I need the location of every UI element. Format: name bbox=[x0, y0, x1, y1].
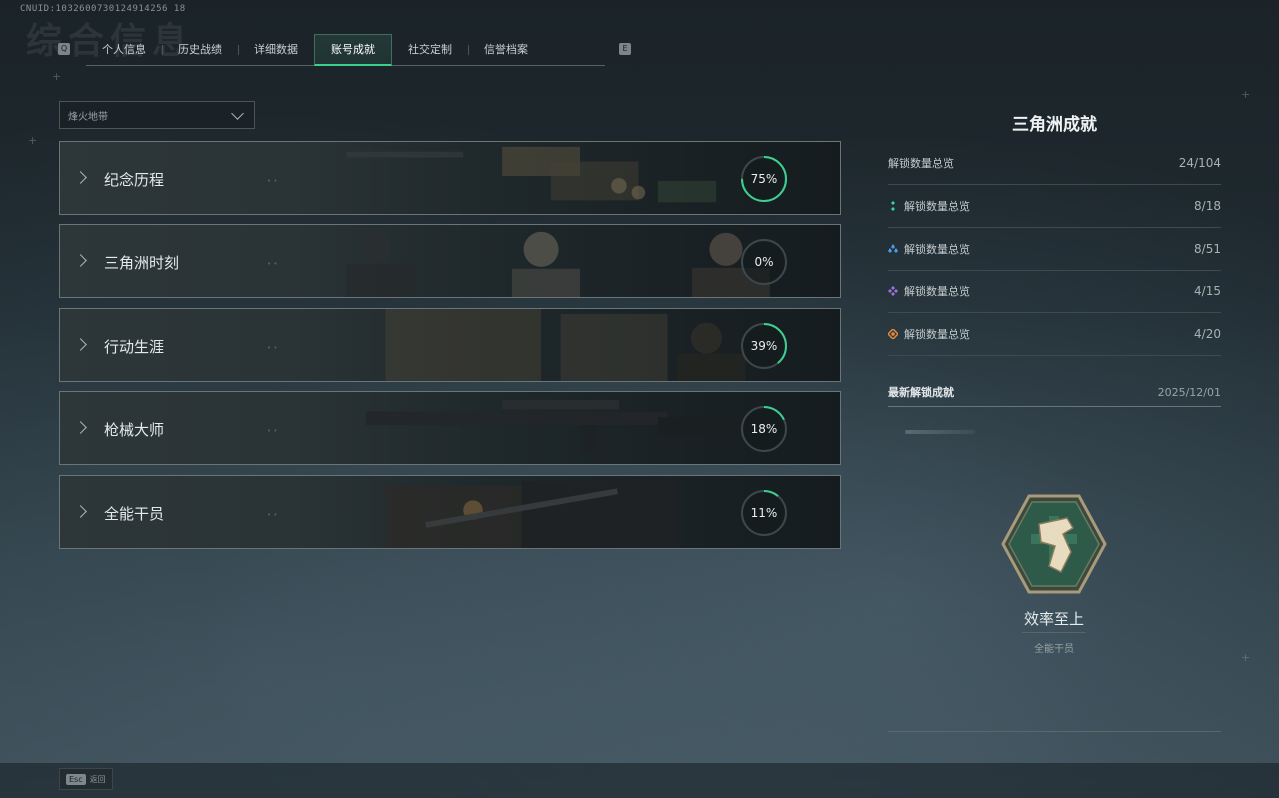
achievement-category: 全能干员 bbox=[1034, 644, 1074, 655]
category-label: 枪械大师 bbox=[104, 421, 165, 439]
chevron-right-icon bbox=[74, 338, 87, 351]
summary-row-total: 解锁数量总览 24/104 bbox=[888, 142, 1221, 185]
chevron-right-icon bbox=[74, 421, 87, 434]
chevron-down-icon bbox=[231, 106, 244, 120]
achievement-badge-icon[interactable] bbox=[1001, 494, 1107, 594]
chevron-right-icon bbox=[74, 254, 87, 267]
summary-row-value: 4/15 bbox=[1194, 284, 1221, 298]
progress-percent: 11% bbox=[750, 506, 778, 520]
decor-dots: • • bbox=[267, 344, 278, 352]
achievement-name: 效率至上 bbox=[1023, 610, 1084, 628]
orange-gem-icon bbox=[888, 329, 898, 339]
progress-percent: 75% bbox=[750, 172, 778, 186]
category-label: 全能干员 bbox=[104, 505, 165, 523]
chevron-right-icon bbox=[74, 171, 87, 184]
summary-row-value: 8/18 bbox=[1194, 199, 1221, 213]
category-card[interactable]: 枪械大师 • • 18% bbox=[59, 391, 841, 465]
category-label: 行动生涯 bbox=[104, 338, 165, 356]
decor-plus: + bbox=[1241, 651, 1251, 664]
divider bbox=[1022, 632, 1086, 633]
tab-social[interactable]: 社交定制 bbox=[392, 34, 468, 65]
decor-plus: + bbox=[1241, 88, 1251, 101]
category-card[interactable]: 全能干员 • • 11% bbox=[59, 475, 841, 549]
latest-date: 2025/12/01 bbox=[1157, 385, 1221, 399]
purple-gem-icon bbox=[888, 286, 898, 296]
category-label: 纪念历程 bbox=[104, 171, 165, 189]
summary-row-green: 解锁数量总览 8/18 bbox=[888, 185, 1221, 228]
category-card[interactable]: 行动生涯 • • 39% bbox=[59, 308, 841, 382]
decor-plus: + bbox=[28, 134, 38, 147]
summary-row-label: 解锁数量总览 bbox=[904, 200, 970, 213]
decor-dots: • • bbox=[267, 427, 278, 435]
tab-reputation[interactable]: 信誉档案 bbox=[468, 34, 544, 65]
category-card[interactable]: 三角洲时刻 • • 0% bbox=[59, 224, 841, 298]
back-button[interactable]: Esc 返回 bbox=[59, 768, 113, 790]
summary-row-value: 24/104 bbox=[1178, 156, 1221, 170]
mode-dropdown-value: 烽火地带 bbox=[68, 111, 108, 123]
summary-row-orange: 解锁数量总览 4/20 bbox=[888, 313, 1221, 356]
tab-bar: 个人信息 历史战绩 详细数据 账号成就 社交定制 信誉档案 bbox=[86, 34, 605, 66]
summary-row-blue: 解锁数量总览 8/51 bbox=[888, 228, 1221, 271]
latest-label: 最新解锁成就 bbox=[888, 386, 954, 399]
back-label: 返回 bbox=[89, 774, 106, 784]
decor-plus: + bbox=[52, 70, 62, 83]
summary-row-label: 解锁数量总览 bbox=[904, 328, 970, 341]
summary-row-purple: 解锁数量总览 4/15 bbox=[888, 270, 1221, 313]
chevron-right-icon bbox=[74, 505, 87, 518]
divider bbox=[888, 731, 1221, 732]
progress-percent: 18% bbox=[750, 422, 778, 436]
blue-gem-icon bbox=[888, 244, 898, 253]
summary-row-label: 解锁数量总览 bbox=[904, 243, 970, 256]
tab-prev-key[interactable]: Q bbox=[58, 43, 70, 55]
tab-achievements[interactable]: 账号成就 bbox=[314, 34, 392, 66]
summary-title: 三角洲成就 bbox=[1012, 115, 1097, 135]
category-label: 三角洲时刻 bbox=[104, 254, 180, 272]
bottom-bar bbox=[0, 763, 1279, 798]
tab-details[interactable]: 详细数据 bbox=[238, 34, 314, 65]
decor-dots: • • bbox=[267, 511, 278, 519]
decor-dots: • • bbox=[267, 177, 278, 185]
latest-achievement-header: 最新解锁成就 2025/12/01 bbox=[888, 378, 1221, 407]
summary-row-label: 解锁数量总览 bbox=[904, 285, 970, 298]
decor-dots: • • bbox=[267, 260, 278, 268]
esc-key-icon: Esc bbox=[66, 773, 86, 785]
decor-line bbox=[905, 430, 975, 434]
category-card[interactable]: 纪念历程 • • 75% bbox=[59, 141, 841, 215]
green-gem-icon bbox=[891, 201, 895, 211]
tab-next-key[interactable]: E bbox=[619, 43, 631, 55]
mode-dropdown[interactable]: 烽火地带 bbox=[59, 101, 255, 129]
summary-row-value: 8/51 bbox=[1194, 242, 1221, 256]
progress-percent: 0% bbox=[754, 255, 774, 269]
tab-history[interactable]: 历史战绩 bbox=[162, 34, 238, 65]
tab-personal-info[interactable]: 个人信息 bbox=[86, 34, 162, 65]
summary-row-label: 解锁数量总览 bbox=[888, 157, 954, 170]
summary-row-value: 4/20 bbox=[1194, 327, 1221, 341]
progress-percent: 39% bbox=[750, 339, 778, 353]
